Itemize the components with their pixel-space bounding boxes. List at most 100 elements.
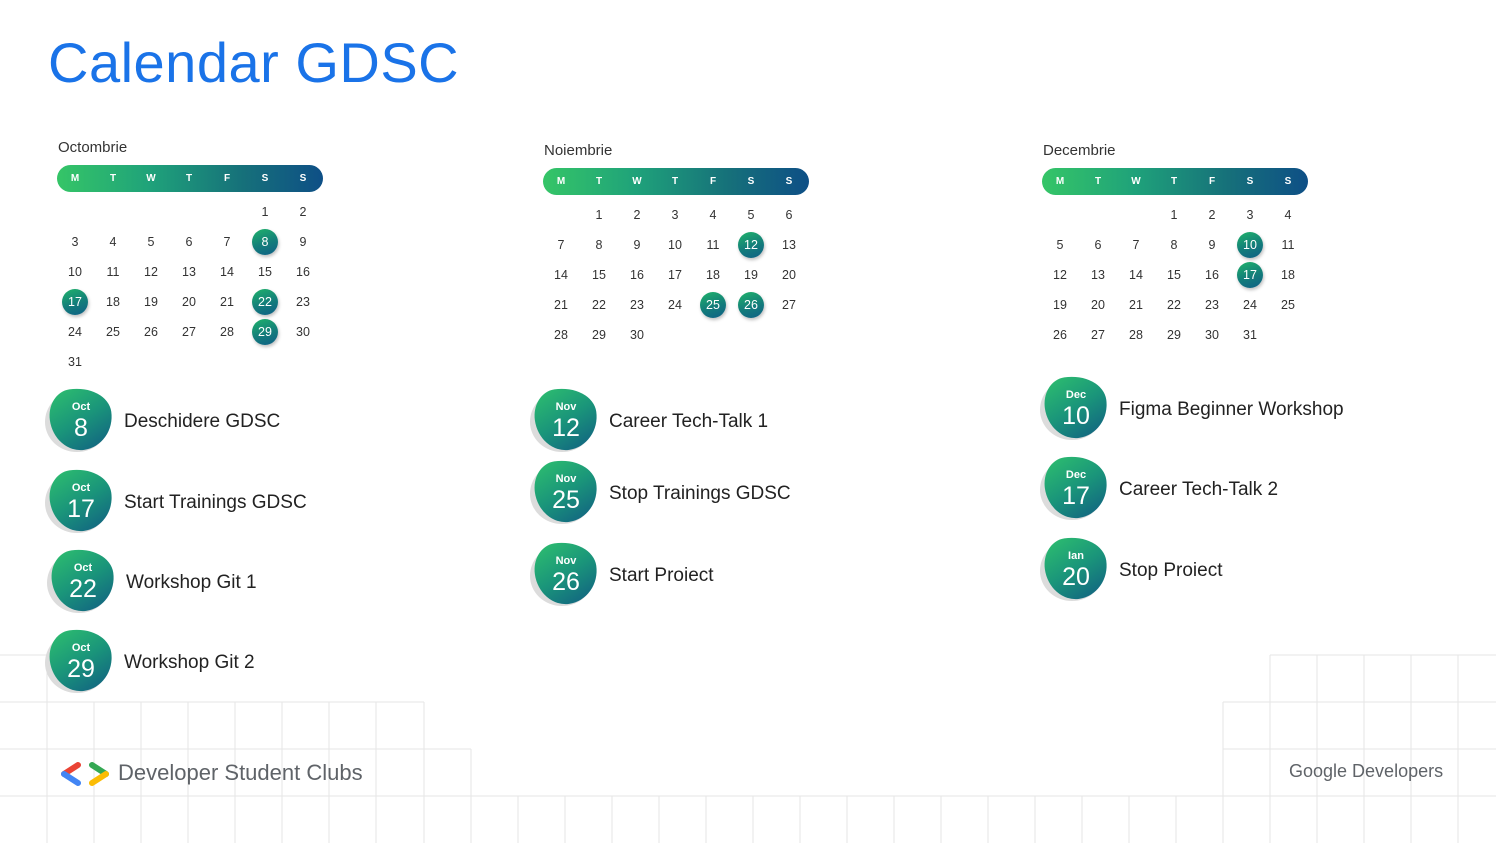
event-day: 8 [74,414,88,442]
weekday-label: M [1055,176,1065,187]
calendar-day: 24 [68,325,82,339]
weekday-label: M [556,176,566,187]
calendar-day: 22 [1167,298,1181,312]
highlighted-day: 22 [252,289,278,315]
calendar-day: 7 [557,238,565,252]
calendar-day: 14 [554,268,568,282]
calendar-day: 1 [595,208,603,222]
calendar-day: 23 [296,295,310,309]
event-month: Nov [555,401,577,413]
calendar-day: 19 [144,295,158,309]
event-date-badge: Nov 12 [530,383,602,455]
weekday-label: F [223,173,231,184]
calendar-day: 30 [1205,328,1219,342]
weekday-label: F [1208,176,1216,187]
event-name: Workshop Git 1 [126,572,257,593]
calendar-month-name: Octombrie [58,139,128,156]
calendar-day: 18 [1281,268,1295,282]
calendar-day: 13 [182,265,196,279]
calendar-day: 28 [1129,328,1143,342]
calendar-day: 1 [1170,208,1178,222]
weekday-header: MTWTFSS [57,165,323,192]
calendar-day: 16 [296,265,310,279]
calendar-day: 29 [592,328,606,342]
weekday-header: MTWTFSS [543,168,809,195]
calendar-day: 22 [592,298,606,312]
calendar-day: 7 [223,235,231,249]
calendar-day: 28 [554,328,568,342]
event-day: 26 [552,568,580,596]
google-developers-logo: Google Developers [1289,761,1444,781]
event-month: Oct [71,642,91,654]
highlighted-day: 8 [252,229,278,255]
calendar-day: 6 [185,235,193,249]
calendar-day: 19 [1053,298,1067,312]
calendar-day: 21 [1129,298,1143,312]
event-day: 29 [67,655,95,683]
calendar-day: 2 [633,208,641,222]
event-date-badge: Nov 25 [530,455,602,527]
calendar-day: 25 [106,325,120,339]
event-day: 20 [1062,563,1090,591]
event-name: Career Tech-Talk 1 [609,411,769,432]
calendar-day: 3 [71,235,79,249]
event-month: Ian [1068,550,1084,562]
calendar-day: 17 [668,268,682,282]
calendar-day: 18 [106,295,120,309]
weekday-label: W [146,173,156,184]
event-name: Stop Trainings GDSC [609,483,791,504]
highlighted-day: 12 [738,232,764,258]
calendar-day: 13 [1091,268,1105,282]
calendar-day: 10 [68,265,82,279]
calendar-day: 24 [668,298,682,312]
weekday-label: S [747,176,755,187]
event-date-badge: Dec 17 [1040,451,1112,523]
event-date-badge: Nov 26 [530,537,602,609]
calendar-day: 20 [182,295,196,309]
weekday-label: T [1094,176,1102,187]
weekday-label: T [109,173,117,184]
calendar-day: 10 [668,238,682,252]
calendar-day: 9 [299,235,307,249]
event-date-badge: Oct 29 [45,624,117,696]
calendar-day: 27 [182,325,196,339]
calendar-day: 4 [709,208,717,222]
calendar-day: 5 [1056,238,1064,252]
event-date-badge: Oct 22 [47,544,119,616]
calendar-day: 26 [144,325,158,339]
weekday-header: MTWTFSS [1042,168,1308,195]
highlighted-day: 29 [252,319,278,345]
highlighted-day: 17 [1237,262,1263,288]
highlighted-day: 26 [738,292,764,318]
event-name: Stop Proiect [1119,560,1223,581]
developer-student-clubs-text: Developer Student Clubs [118,760,363,785]
calendar-day: 20 [1091,298,1105,312]
weekday-label: S [785,176,793,187]
event-month: Nov [555,473,577,485]
weekday-label: S [1246,176,1254,187]
page-title: Calendar GDSC [48,31,460,94]
event-month: Nov [555,555,577,567]
event-month: Dec [1065,389,1087,401]
event-name: Workshop Git 2 [124,652,255,673]
weekday-label: T [671,176,679,187]
calendar-day: 30 [296,325,310,339]
calendar-day: 9 [633,238,641,252]
highlighted-day: 17 [62,289,88,315]
calendar-day: 5 [147,235,155,249]
weekday-label: S [261,173,269,184]
calendar-day: 25 [1281,298,1295,312]
weekday-label: W [1131,176,1141,187]
calendar-day: 2 [299,205,307,219]
calendar-day: 28 [220,325,234,339]
calendar-day: 2 [1208,208,1216,222]
calendar-day: 11 [106,265,120,279]
weekday-label: W [632,176,642,187]
gdsc-brackets-icon [61,762,109,786]
calendar-day: 20 [782,268,796,282]
calendar-day: 16 [1205,268,1219,282]
calendar-day: 12 [144,265,158,279]
event-name: Start Trainings GDSC [124,492,307,513]
event-day: 17 [67,495,95,523]
weekday-label: M [70,173,80,184]
